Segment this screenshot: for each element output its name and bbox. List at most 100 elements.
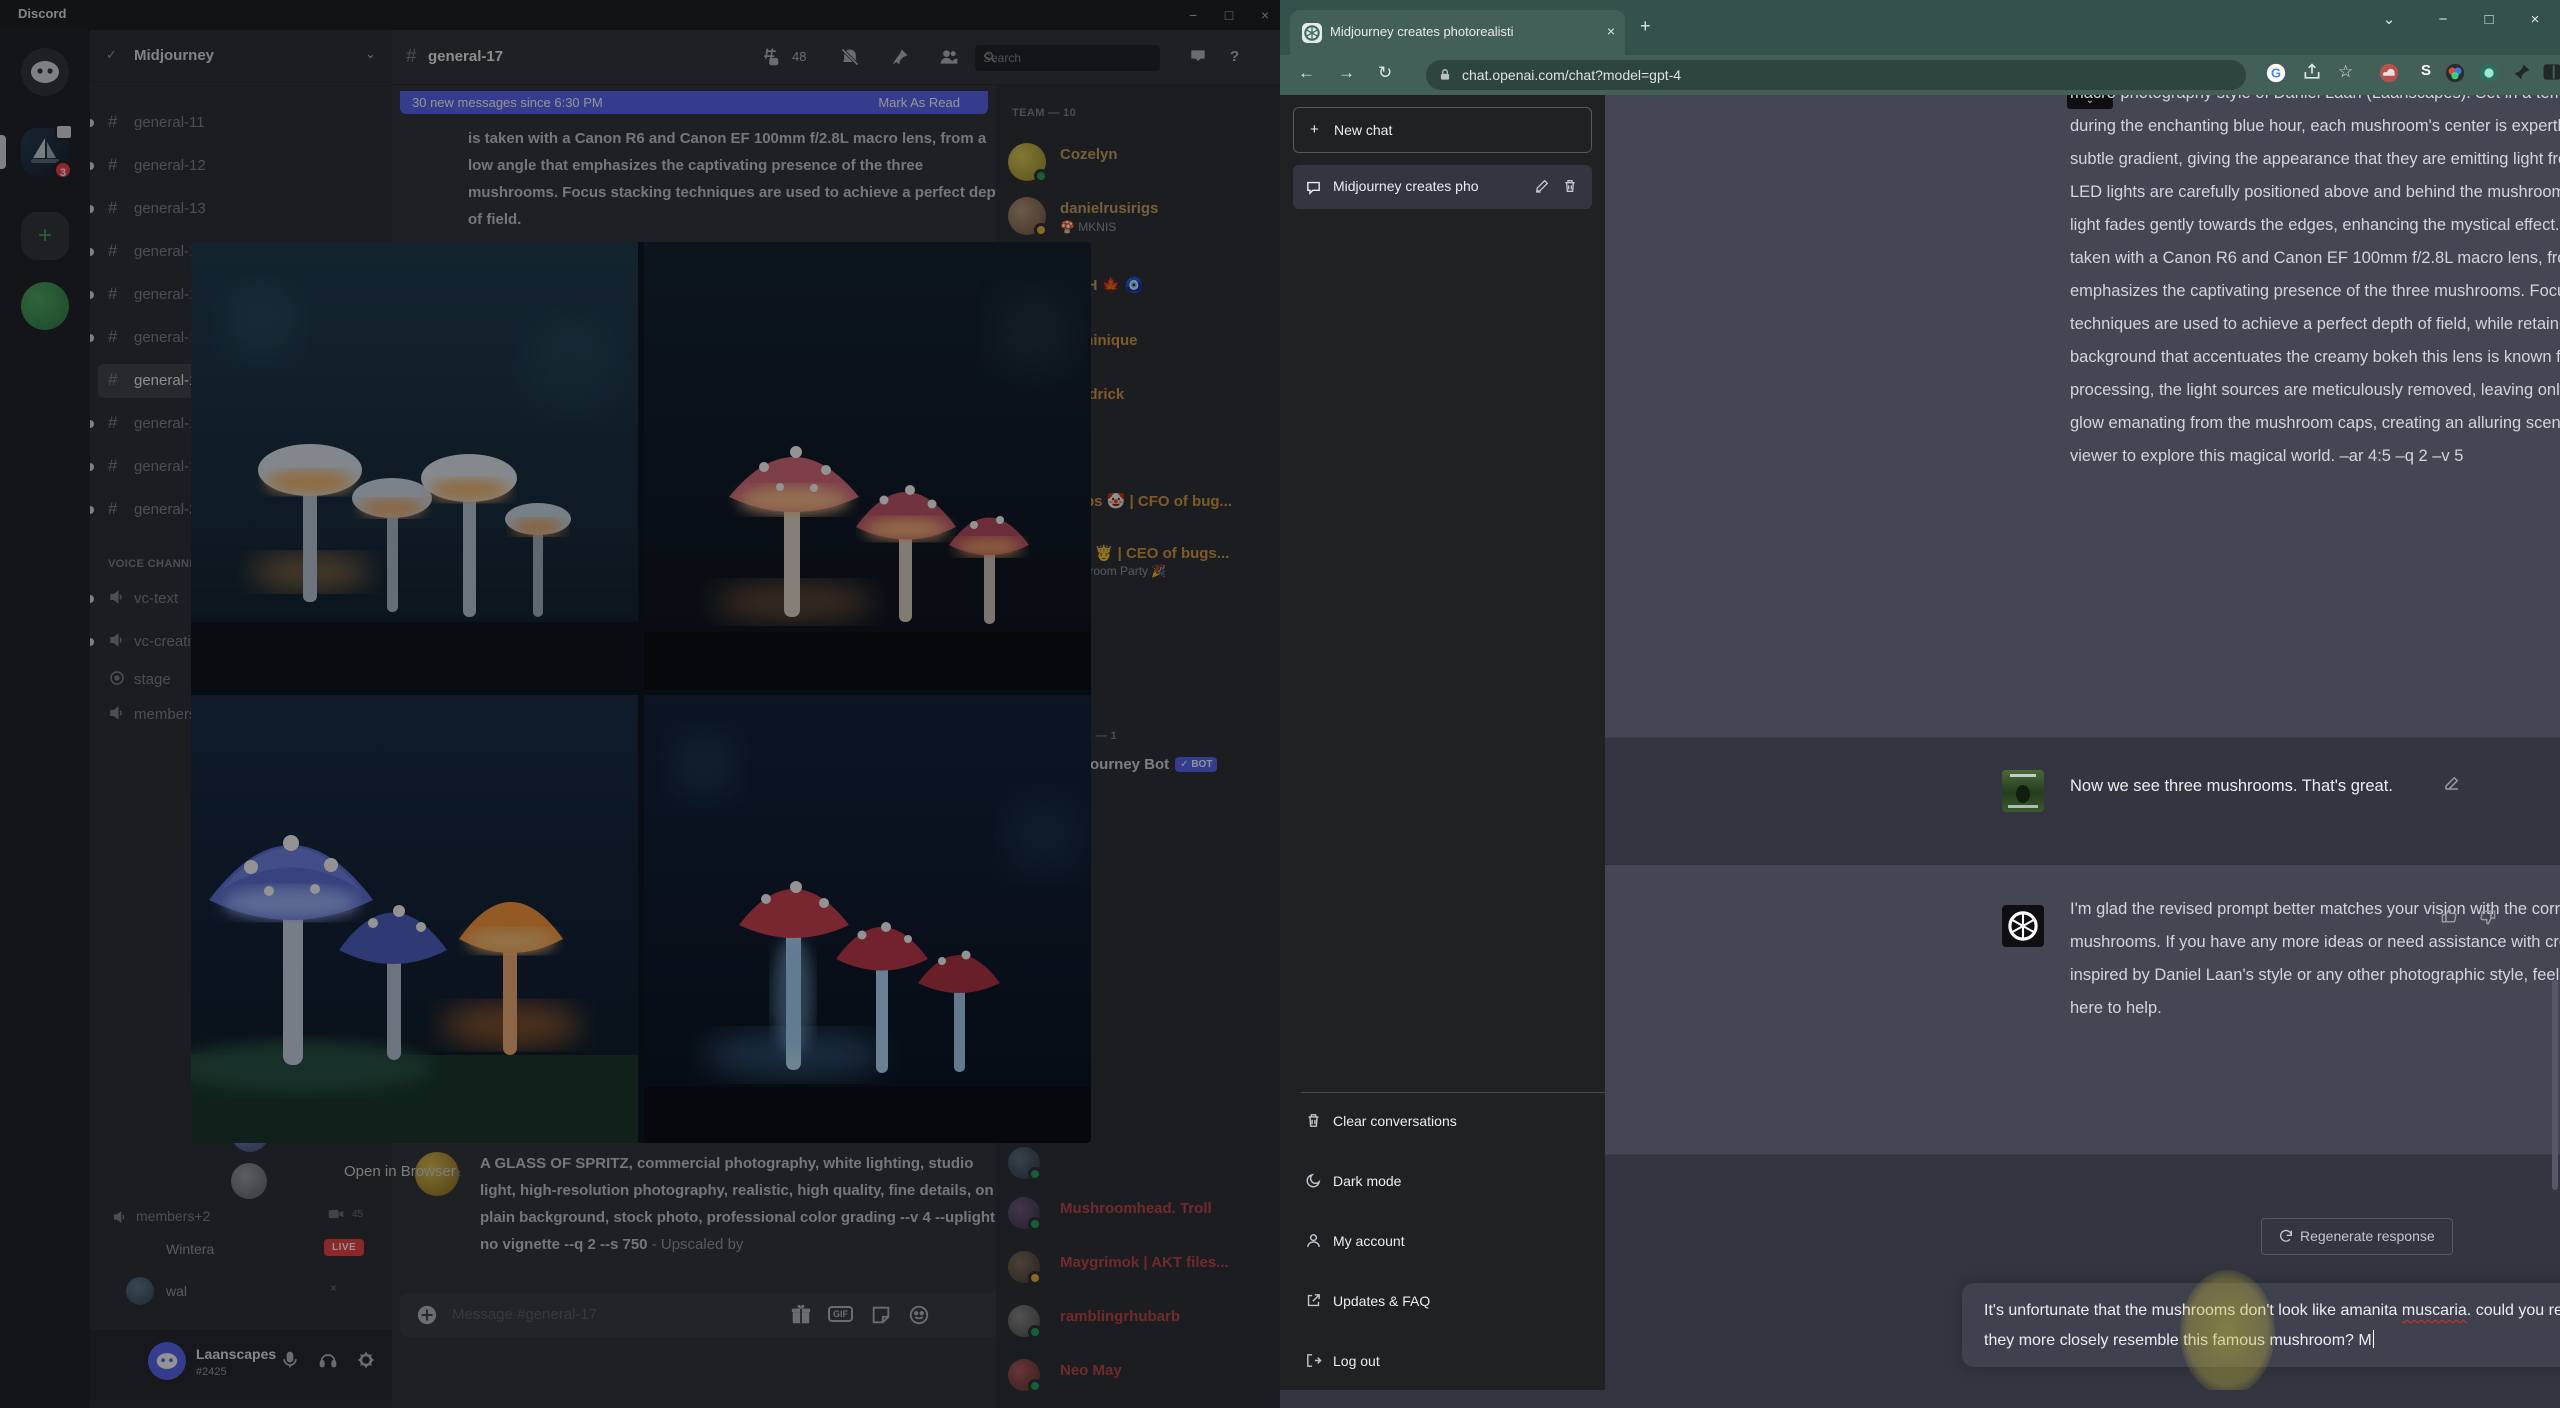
url-bar[interactable]: chat.openai.com/chat?model=gpt-4 xyxy=(1426,60,2246,90)
hash-icon: # xyxy=(108,413,118,432)
server-header[interactable]: ✓ Midjourney ⌄ xyxy=(90,30,392,82)
extension-red-icon[interactable] xyxy=(2378,62,2402,86)
open-in-browser-row[interactable]: Open in Browser × xyxy=(148,1163,462,1210)
attach-plus-icon[interactable] xyxy=(416,1304,438,1326)
extension-teal-icon[interactable] xyxy=(2478,62,2502,86)
unread-pill xyxy=(90,638,94,646)
server-icon-green[interactable] xyxy=(21,282,69,330)
google-icon[interactable]: G xyxy=(2265,62,2289,86)
message-bold-text: A GLASS OF SPRITZ, commercial photograph… xyxy=(480,1155,1010,1253)
open-in-browser-label[interactable]: Open in Browser xyxy=(344,1163,456,1180)
bookmark-star-icon[interactable]: ☆ xyxy=(2338,62,2362,86)
help-icon[interactable]: ? xyxy=(1230,48,1239,65)
online-status-dot xyxy=(1034,169,1048,183)
scrollbar-thumb[interactable] xyxy=(2552,980,2558,1190)
sidebar-channel-general-11[interactable]: # general-11 xyxy=(90,106,384,140)
hash-icon: # xyxy=(108,198,118,217)
gif-picker-icon[interactable]: GIF xyxy=(828,1306,853,1322)
unread-pill xyxy=(90,463,94,471)
sidebar-clear-conversations[interactable]: Clear conversations xyxy=(1293,1092,1610,1144)
reload-button[interactable]: ↻ xyxy=(1378,63,1392,83)
microphone-icon[interactable] xyxy=(280,1350,300,1370)
edit-pencil-icon[interactable] xyxy=(1534,178,1550,194)
channel-label: vc-text xyxy=(134,590,179,607)
share-icon[interactable] xyxy=(2302,62,2326,86)
user-avatar xyxy=(2002,770,2044,812)
extension-color-circle-icon[interactable] xyxy=(2444,62,2468,86)
conversation-item[interactable]: Midjourney creates pho xyxy=(1293,165,1592,209)
user-discriminator: #2425 xyxy=(196,1366,227,1378)
browser-maximize-button[interactable]: □ xyxy=(2472,8,2506,32)
emoji-icon[interactable] xyxy=(908,1304,930,1326)
extension-s-icon[interactable]: S xyxy=(2414,62,2438,86)
sidebar-my-account[interactable]: My account xyxy=(1293,1220,1592,1264)
menu-label: Updates & FAQ xyxy=(1333,1293,1431,1309)
chat-bubble-icon xyxy=(1305,179,1323,197)
browser-minimize-button[interactable]: − xyxy=(2426,8,2460,32)
sidebar-dark-mode[interactable]: Dark mode xyxy=(1293,1160,1592,1204)
member-name: Neo May xyxy=(1060,1362,1122,1379)
member-name: Maygrimok | AKT files... xyxy=(1060,1254,1229,1271)
speaker-icon xyxy=(108,588,126,606)
close-icon[interactable]: × xyxy=(330,1281,337,1295)
server-icon-sailboat[interactable]: 3 xyxy=(21,124,73,180)
headphones-icon[interactable] xyxy=(318,1350,338,1370)
edit-message-icon[interactable] xyxy=(2443,774,2461,792)
speaker-icon xyxy=(112,1209,128,1225)
trash-icon[interactable] xyxy=(1562,178,1578,194)
add-server-button[interactable]: + xyxy=(21,212,69,260)
side-panel-icon[interactable] xyxy=(2542,62,2560,86)
search-icon xyxy=(983,50,1152,64)
voice-user-wal[interactable]: wal xyxy=(166,1283,187,1299)
discord-close-button[interactable]: × xyxy=(1250,4,1280,26)
browser-menu-chevron[interactable]: ⌄ xyxy=(2372,8,2406,32)
unread-pill xyxy=(90,334,94,342)
mark-as-read-button[interactable]: Mark As Read xyxy=(878,95,960,110)
browser-close-button[interactable]: × xyxy=(2518,8,2552,32)
voice-channel-name[interactable]: members+2 xyxy=(136,1208,210,1224)
url-text[interactable]: chat.openai.com/chat?model=gpt-4 xyxy=(1462,67,1681,83)
unread-messages-banner[interactable]: 30 new messages since 6:30 PM Mark As Re… xyxy=(400,91,988,114)
threads-icon[interactable] xyxy=(760,47,780,67)
thumbs-up-icon[interactable] xyxy=(2441,907,2458,924)
close-icon[interactable]: × xyxy=(454,1166,462,1181)
member-name: Mushroomhead. Troll xyxy=(1060,1200,1212,1217)
midjourney-image-grid[interactable] xyxy=(191,242,1091,1143)
discord-minimize-button[interactable]: − xyxy=(1178,4,1208,26)
stage-icon xyxy=(108,669,126,687)
sidebar-log-out[interactable]: Log out xyxy=(1293,1340,1592,1384)
new-tab-button[interactable]: + xyxy=(1640,16,1651,37)
extensions-pin-icon[interactable] xyxy=(2512,62,2536,86)
sticker-icon[interactable] xyxy=(870,1304,892,1326)
message-input-bar[interactable]: Message #general-17 GIF xyxy=(400,1293,1016,1337)
user-avatar[interactable] xyxy=(148,1342,186,1380)
settings-gear-icon[interactable] xyxy=(356,1350,376,1370)
bell-slash-icon[interactable] xyxy=(840,47,860,67)
discord-home-icon[interactable] xyxy=(21,48,69,96)
regenerate-response-button[interactable]: Regenerate response xyxy=(2261,1218,2453,1255)
menu-label: Dark mode xyxy=(1333,1173,1402,1189)
members-icon[interactable] xyxy=(938,47,960,67)
speaker-icon xyxy=(108,704,126,722)
sidebar-channel-general-13[interactable]: # general-13 xyxy=(90,192,384,226)
search-box[interactable]: Search xyxy=(975,45,1160,71)
back-button[interactable]: ← xyxy=(1298,63,1315,83)
forward-button[interactable]: → xyxy=(1338,63,1355,83)
voice-user-wintera[interactable]: Wintera xyxy=(166,1241,214,1257)
tab-close-icon[interactable]: × xyxy=(1607,23,1615,39)
sidebar-channel-general-12[interactable]: # general-12 xyxy=(90,149,384,183)
pin-icon[interactable] xyxy=(890,47,910,67)
new-chat-button[interactable]: + New chat xyxy=(1293,107,1592,153)
thumbs-down-icon[interactable] xyxy=(2479,909,2496,926)
gift-icon[interactable] xyxy=(790,1304,812,1326)
idle-status-dot xyxy=(1034,223,1048,237)
conversation-title: Midjourney creates pho xyxy=(1333,178,1479,194)
browser-tab[interactable]: Midjourney creates photorealisti × xyxy=(1290,10,1625,55)
refresh-icon xyxy=(2278,1228,2294,1244)
channel-label: members xyxy=(134,706,197,723)
discord-maximize-button[interactable]: □ xyxy=(1214,4,1244,26)
inbox-icon[interactable] xyxy=(1188,47,1208,67)
sidebar-updates-faq[interactable]: Updates & FAQ xyxy=(1293,1280,1592,1324)
regenerate-label: Regenerate response xyxy=(2300,1228,2435,1244)
username: Laanscapes xyxy=(196,1346,277,1362)
